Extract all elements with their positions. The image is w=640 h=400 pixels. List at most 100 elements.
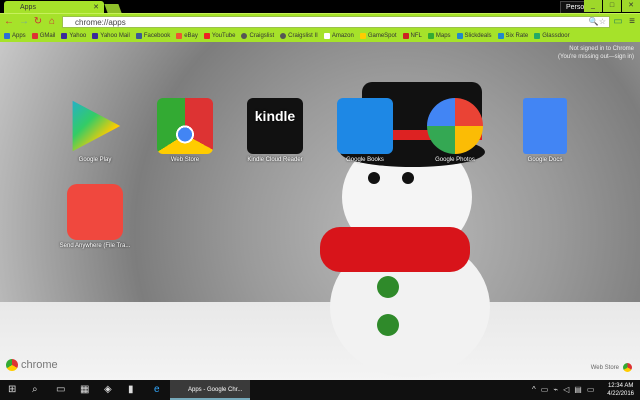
label: Not signed in to Chrome	[569, 46, 634, 52]
bookmark[interactable]: Apps	[4, 32, 26, 39]
bookmark[interactable]: GameSpot	[359, 32, 397, 39]
bookmark-favicon-icon	[427, 32, 434, 39]
edge-icon[interactable]: e	[154, 384, 160, 395]
label: Yahoo Mail	[100, 32, 130, 39]
app-icon[interactable]: ▮	[128, 384, 134, 395]
bookmarks-bar: Apps GMail Yahoo Yahoo Mail Facebook eBa…	[0, 29, 640, 42]
label: Amazon	[331, 32, 354, 39]
menu-icon[interactable]: ≡	[626, 16, 638, 27]
windows-start-icon[interactable]: ⊞	[8, 384, 16, 395]
close-tab-icon[interactable]: ✕	[93, 3, 99, 11]
label: Google Docs	[527, 157, 563, 163]
bookmark[interactable]: Craigslist	[241, 32, 275, 39]
app-google-docs[interactable]: Google Docs	[505, 98, 585, 163]
tab-title: Apps	[20, 4, 36, 11]
label: Maps	[435, 32, 451, 39]
label: (You're missing out—sign in)	[558, 54, 634, 60]
bookmark[interactable]: Amazon	[323, 32, 354, 39]
app-google-photos[interactable]: Google Photos	[415, 98, 495, 163]
task-view-icon[interactable]: ▭	[56, 384, 65, 395]
bookmark-favicon-icon	[402, 32, 409, 39]
bookmark-favicon-icon	[280, 32, 287, 39]
home-icon[interactable]: ⌂	[46, 16, 58, 27]
label: Craigslist	[249, 32, 275, 39]
toolbar: ← → ↻ ⌂ chrome://apps 🔍☆ ▭ ≡	[0, 13, 640, 29]
search-icon[interactable]: ⌕	[32, 384, 38, 395]
reload-icon[interactable]: ↻	[32, 16, 44, 27]
bookmark-favicon-icon	[323, 32, 330, 39]
app-kindle-cloud-reader[interactable]: kindle Kindle Cloud Reader	[235, 98, 315, 163]
bookmark[interactable]: Facebook	[135, 32, 171, 39]
label: Web Store	[590, 364, 619, 371]
maximize-button[interactable]: □	[603, 0, 621, 12]
apps-page: Not signed in to Chrome (You're missing o…	[0, 42, 640, 380]
address-bar[interactable]: chrome://apps 🔍☆	[62, 16, 610, 28]
bookmark[interactable]: Slickdeals	[456, 32, 492, 39]
close-window-button[interactable]: ✕	[622, 0, 640, 12]
bookmark-favicon-icon	[92, 32, 99, 39]
app-web-store[interactable]: Web Store	[145, 98, 225, 163]
snowman-scarf	[320, 227, 470, 272]
snowman-eye	[402, 172, 414, 184]
bookmark-favicon-icon	[203, 32, 210, 39]
label: Slickdeals	[464, 32, 492, 39]
snowman-eye	[368, 172, 380, 184]
system-tray-icons[interactable]: ^▭⌁◁▤▭	[532, 385, 599, 394]
bookmark[interactable]: Six Rate	[497, 32, 529, 39]
send-anywhere-icon	[67, 184, 123, 240]
taskbar-chrome-window[interactable]: Apps - Google Chr...	[170, 380, 250, 400]
snowman-button	[377, 276, 399, 298]
bookmark[interactable]: YouTube	[203, 32, 236, 39]
label: Google Play	[78, 157, 112, 163]
forward-icon[interactable]: →	[18, 16, 30, 27]
bookmark[interactable]: Craigslist II	[280, 32, 318, 39]
bookmark-favicon-icon	[497, 32, 504, 39]
bookmark-favicon-icon	[135, 32, 142, 39]
clock[interactable]: 12:34 AM 4/22/2016	[607, 382, 634, 398]
label: Send Anywhere (File Tra...	[59, 243, 131, 249]
snowman-button	[377, 314, 399, 336]
new-tab-button[interactable]	[104, 4, 122, 13]
title-bar: Apps ✕ Person 1 _ □ ✕	[0, 0, 640, 14]
label: YouTube	[211, 32, 236, 39]
google-books-icon	[337, 98, 393, 154]
bookmark-favicon-icon	[241, 32, 248, 39]
bookmark[interactable]: GMail	[31, 32, 56, 39]
bookmark-favicon-icon	[31, 32, 38, 39]
minimize-button[interactable]: _	[584, 0, 602, 12]
bookmark-favicon-icon	[4, 32, 10, 39]
app-google-play[interactable]: Google Play	[55, 98, 135, 163]
signin-notice[interactable]: Not signed in to Chrome (You're missing o…	[558, 45, 634, 61]
bookmark[interactable]: Maps	[427, 32, 451, 39]
bookmark[interactable]: Yahoo Mail	[92, 32, 130, 39]
url-text: chrome://apps	[75, 18, 126, 27]
label: Facebook	[143, 32, 171, 39]
bookmark[interactable]: Glassdoor	[534, 32, 570, 39]
calculator-icon[interactable]: ▦	[80, 384, 89, 395]
label: GMail	[39, 32, 56, 39]
label: Apps - Google Chr...	[188, 387, 243, 393]
bookmark[interactable]: Yahoo	[61, 32, 86, 39]
bookmark-star-icon[interactable]: 🔍☆	[589, 17, 606, 26]
extension-icon[interactable]: ▭	[612, 16, 624, 27]
back-icon[interactable]: ←	[3, 16, 15, 27]
web-store-link[interactable]: Web Store	[591, 363, 632, 372]
app-send-anywhere[interactable]: Send Anywhere (File Tra...	[55, 184, 135, 249]
app-google-books[interactable]: Google Books	[325, 98, 405, 163]
google-docs-icon	[523, 98, 567, 154]
label: NFL	[410, 32, 422, 39]
bookmark[interactable]: eBay	[176, 32, 198, 39]
label: Glassdoor	[542, 32, 570, 39]
bookmark-favicon-icon	[456, 32, 463, 39]
label: Web Store	[170, 157, 200, 163]
label: Six Rate	[505, 32, 529, 39]
app-icon[interactable]: ◈	[104, 384, 112, 395]
label: 4/22/2016	[607, 391, 634, 397]
web-store-icon	[623, 363, 632, 372]
chrome-icon	[6, 359, 18, 371]
bookmark-favicon-icon	[359, 32, 366, 39]
label: Google Photos	[435, 157, 475, 163]
bookmark[interactable]: NFL	[402, 32, 422, 39]
label: Kindle Cloud Reader	[247, 157, 303, 163]
chrome-logo: chrome	[6, 359, 58, 371]
